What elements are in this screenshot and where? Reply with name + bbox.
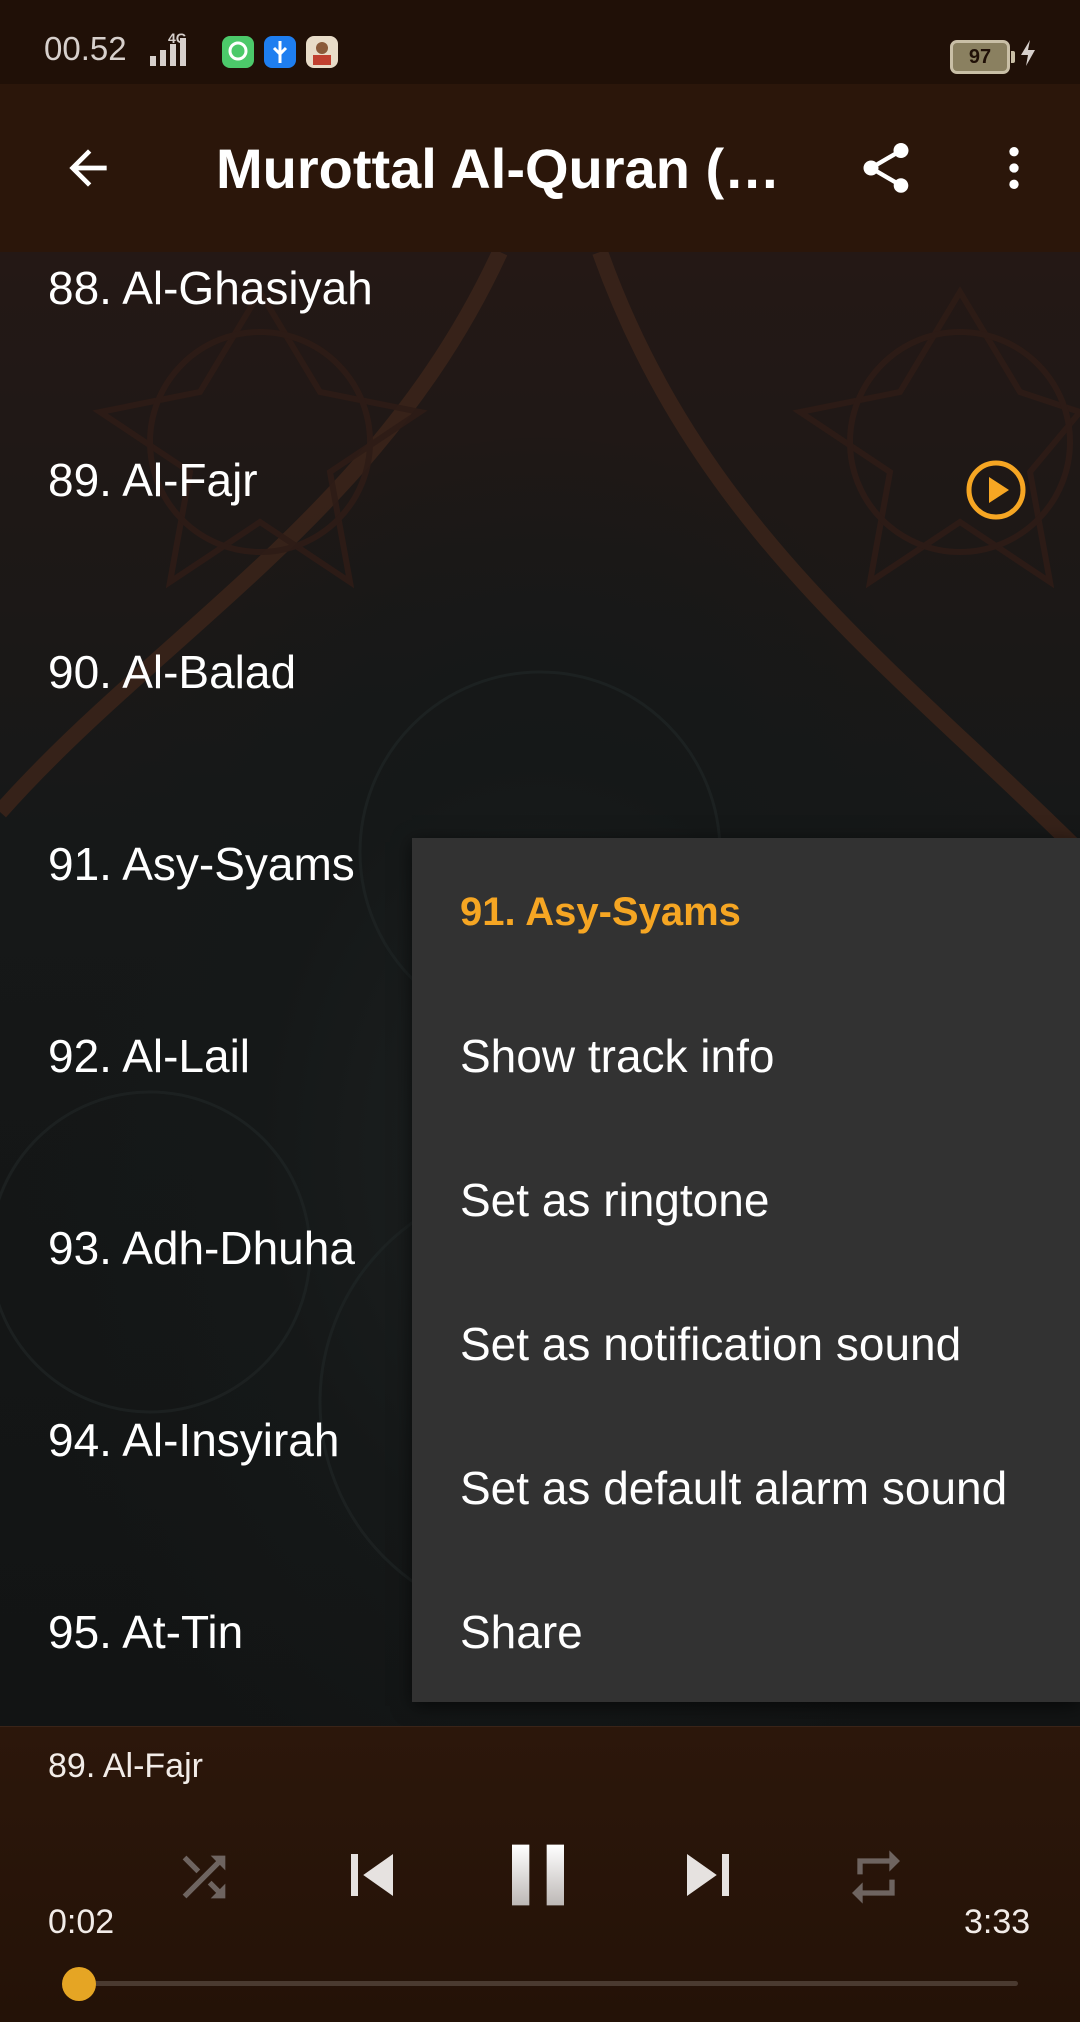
media-player: 89. Al-Fajr 0:02 3:33 xyxy=(0,1726,1080,2022)
app-avatar-icon xyxy=(306,36,338,68)
list-item-label: 89. Al-Fajr xyxy=(48,454,258,506)
list-item-label: 95. At-Tin xyxy=(48,1606,244,1658)
list-item-label: 91. Asy-Syams xyxy=(48,838,355,890)
play-circle-icon xyxy=(966,460,1026,520)
chat-app-icon xyxy=(222,36,254,68)
status-time: 00.52 xyxy=(44,30,127,67)
menu-item-set-notification-sound[interactable]: Set as notification sound xyxy=(412,1272,1080,1416)
menu-item-show-track-info[interactable]: Show track info xyxy=(412,984,1080,1128)
repeat-icon xyxy=(852,1850,900,1904)
menu-item-label: Set as notification sound xyxy=(460,1318,962,1370)
more-options-button[interactable] xyxy=(974,128,1054,208)
menu-item-label: Set as ringtone xyxy=(460,1174,770,1226)
list-item[interactable]: 89. Al-Fajr xyxy=(0,384,1080,576)
next-button[interactable] xyxy=(666,1833,750,1917)
back-button[interactable] xyxy=(48,128,128,208)
skip-previous-icon xyxy=(351,1854,393,1896)
network-type: 4G xyxy=(168,30,187,46)
context-menu: 91. Asy-Syams Show track info Set as rin… xyxy=(412,838,1080,1702)
usb-icon xyxy=(264,36,296,68)
share-button[interactable] xyxy=(846,128,926,208)
menu-item-label: Show track info xyxy=(460,1030,775,1082)
battery-indicator: 97 xyxy=(950,40,1015,74)
now-playing-title: 89. Al-Fajr xyxy=(48,1747,203,1785)
list-item-label: 92. Al-Lail xyxy=(48,1030,251,1082)
shuffle-button[interactable] xyxy=(168,1841,240,1913)
signal-icon: 4G xyxy=(150,30,187,66)
page-title: Murottal Al-Quran (… xyxy=(216,137,781,200)
charging-icon xyxy=(1021,40,1035,66)
skip-next-icon xyxy=(687,1854,729,1896)
status-bar: 00.52 4G 97 xyxy=(0,0,1080,84)
more-vert-icon xyxy=(1009,147,1019,189)
context-menu-title: 91. Asy-Syams xyxy=(460,890,741,934)
app-bar: Murottal Al-Quran (… xyxy=(0,84,1080,252)
list-item-label: 94. Al-Insyirah xyxy=(48,1414,340,1466)
shuffle-icon xyxy=(182,1855,226,1899)
menu-item-set-ringtone[interactable]: Set as ringtone xyxy=(412,1128,1080,1272)
previous-button[interactable] xyxy=(330,1833,414,1917)
repeat-button[interactable] xyxy=(840,1841,912,1913)
list-item[interactable]: 88. Al-Ghasiyah xyxy=(0,252,1080,384)
list-item-label: 93. Adh-Dhuha xyxy=(48,1222,355,1274)
seek-bar[interactable] xyxy=(70,1981,1018,1986)
list-item-label: 90. Al-Balad xyxy=(48,646,297,698)
share-icon xyxy=(863,143,909,193)
arrow-left-icon xyxy=(69,149,107,187)
menu-item-share[interactable]: Share xyxy=(412,1560,1080,1704)
list-item[interactable]: 90. Al-Balad xyxy=(0,576,1080,768)
menu-item-label: Set as default alarm sound xyxy=(460,1462,1008,1514)
list-item-label: 88. Al-Ghasiyah xyxy=(48,262,373,314)
total-duration: 3:33 xyxy=(964,1903,1031,1941)
pause-button[interactable] xyxy=(486,1823,590,1927)
menu-item-label: Share xyxy=(460,1606,583,1658)
pause-icon xyxy=(512,1844,564,1906)
menu-item-set-alarm-sound[interactable]: Set as default alarm sound xyxy=(412,1416,1080,1560)
elapsed-time: 0:02 xyxy=(48,1903,115,1941)
seek-bar-thumb[interactable] xyxy=(62,1967,97,2001)
